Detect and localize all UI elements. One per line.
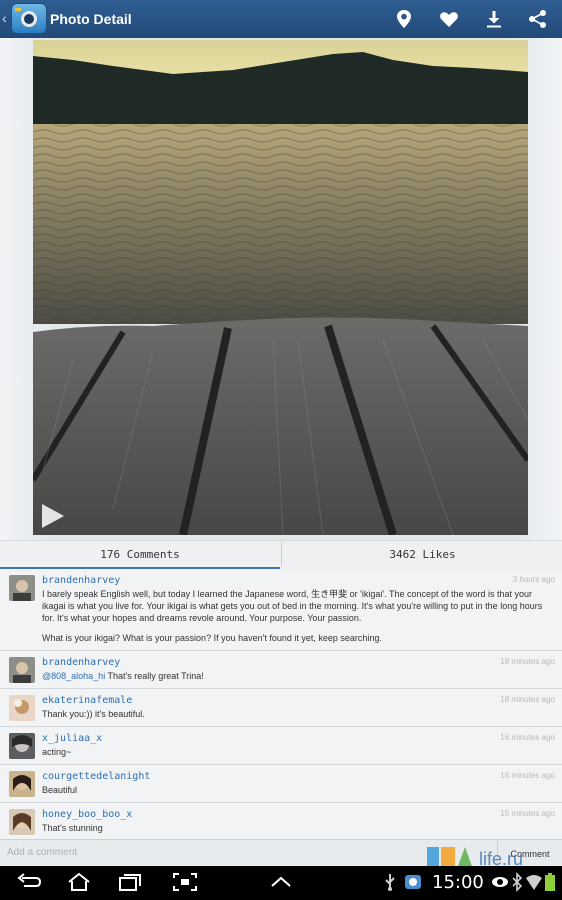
comment-time: 15 minutes ago	[500, 809, 555, 818]
system-nav-bar: 15:00	[0, 866, 562, 900]
avatar[interactable]	[9, 575, 35, 601]
comment-text: @808_aloha_hi That's really great Trina!	[42, 670, 554, 682]
comment-time: 18 minutes ago	[500, 695, 555, 704]
comment-text: That's stunning	[42, 823, 103, 833]
comment-text: acting~	[42, 747, 72, 757]
recent-apps-icon[interactable]	[117, 872, 143, 892]
status-clock: 15:00	[432, 872, 484, 893]
comment-text: Thank you:)) it's beautiful.	[42, 709, 145, 719]
comment-item: brandenharvey 18 minutes ago @808_aloha_…	[0, 651, 562, 689]
avatar[interactable]	[9, 733, 35, 759]
action-bar: ‹ Photo Detail	[0, 0, 562, 39]
logo-stripe	[15, 8, 21, 11]
lake-dock-image	[33, 40, 528, 535]
comment-text-body: That's really great Trina!	[105, 671, 204, 681]
comment-username[interactable]: x_juliaa_x	[42, 733, 102, 744]
comment-item: brandenharvey 3 hours ago I barely speak…	[0, 569, 562, 651]
photo[interactable]	[33, 40, 528, 535]
usb-icon	[385, 874, 395, 891]
comment-text-paragraph: What is your ikigai? What is your passio…	[42, 633, 382, 643]
avatar[interactable]	[9, 657, 35, 683]
download-icon[interactable]	[483, 8, 505, 30]
tab-bar: 176 Comments 3462 Likes	[0, 540, 562, 569]
battery-icon	[545, 873, 555, 891]
home-icon[interactable]	[66, 872, 92, 892]
bluetooth-icon	[512, 872, 523, 892]
comment-item: x_juliaa_x 16 minutes ago acting~	[0, 727, 562, 765]
comment-time: 18 minutes ago	[500, 657, 555, 666]
photo-container	[0, 38, 562, 540]
chevron-up-icon[interactable]	[268, 872, 294, 892]
heart-icon[interactable]	[438, 8, 460, 30]
eye-icon	[492, 877, 508, 887]
screenshot-icon[interactable]	[172, 872, 198, 892]
app-notification-icon	[405, 875, 421, 889]
comment-item: ekaterinafemale 18 minutes ago Thank you…	[0, 689, 562, 727]
play-icon[interactable]	[40, 502, 66, 530]
avatar[interactable]	[9, 809, 35, 835]
comment-username[interactable]: ekaterinafemale	[42, 695, 132, 706]
tab-comments[interactable]: 176 Comments	[0, 541, 280, 569]
comment-time: 16 minutes ago	[500, 771, 555, 780]
tab-likes[interactable]: 3462 Likes	[281, 541, 562, 567]
comment-time: 16 minutes ago	[500, 733, 555, 742]
comment-input[interactable]: Add a comment	[7, 847, 77, 858]
share-icon[interactable]	[527, 8, 549, 30]
comment-item: honey_boo_boo_x 15 minutes ago That's st…	[0, 803, 562, 839]
avatar[interactable]	[9, 771, 35, 797]
back-chevron-icon[interactable]: ‹	[2, 10, 7, 26]
comment-username[interactable]: brandenharvey	[42, 657, 120, 668]
comment-list: brandenharvey 3 hours ago I barely speak…	[0, 569, 562, 839]
comment-time: 3 hours ago	[512, 575, 555, 584]
back-icon[interactable]	[16, 872, 42, 892]
comment-username[interactable]: brandenharvey	[42, 575, 120, 586]
wifi-icon	[526, 875, 542, 890]
app-logo[interactable]	[11, 3, 47, 34]
comment-text: I barely speak English well, but today I…	[42, 588, 554, 644]
comment-item: courgettedelanight 16 minutes ago Beauti…	[0, 765, 562, 803]
logo-lens	[21, 11, 37, 27]
location-pin-icon[interactable]	[393, 8, 415, 30]
page-title: Photo Detail	[50, 11, 132, 27]
comment-username[interactable]: honey_boo_boo_x	[42, 809, 132, 820]
comment-username[interactable]: courgettedelanight	[42, 771, 150, 782]
comment-text-paragraph: I barely speak English well, but today I…	[42, 589, 543, 623]
comment-text: Beautiful	[42, 785, 78, 795]
avatar[interactable]	[9, 695, 35, 721]
mention-link[interactable]: @808_aloha_hi	[42, 671, 105, 681]
